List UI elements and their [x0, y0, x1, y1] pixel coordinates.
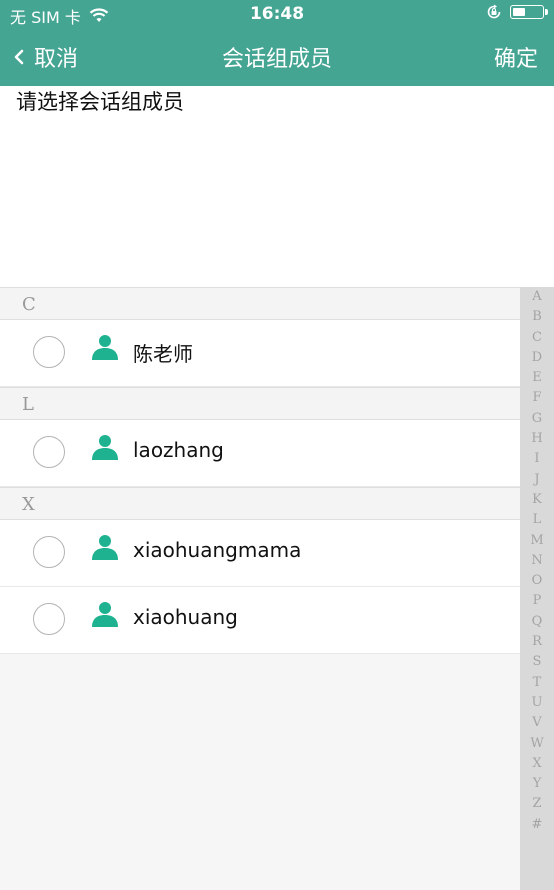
select-radio[interactable] [33, 536, 65, 568]
status-bar: 无 SIM 卡 16:48 [0, 0, 554, 28]
section-header-l: L [0, 387, 520, 420]
person-icon [92, 535, 118, 560]
section-header-x: X [0, 487, 520, 520]
index-letter[interactable]: # [520, 815, 554, 835]
member-name: xiaohuang [133, 605, 238, 629]
index-letter[interactable]: B [520, 307, 554, 327]
index-letter[interactable]: D [520, 348, 554, 368]
battery-tip [545, 9, 548, 15]
status-time: 16:48 [249, 4, 305, 24]
member-row[interactable]: 陈老师 [0, 320, 520, 387]
index-letter[interactable]: J [520, 470, 554, 490]
top-bar: 无 SIM 卡 16:48 取消 会话组成员 确定 [0, 0, 554, 86]
index-letter[interactable]: X [520, 754, 554, 774]
selected-members-placeholder: 请选择会话组成员 [16, 90, 184, 114]
status-right-group [486, 4, 548, 20]
index-letter[interactable]: U [520, 693, 554, 713]
index-letter[interactable]: H [520, 429, 554, 449]
member-row[interactable]: laozhang [0, 420, 520, 487]
index-letter[interactable]: N [520, 551, 554, 571]
member-list[interactable]: C 陈老师 L laozhang X xiaohuangmama xiaohua… [0, 287, 520, 890]
index-letter[interactable]: T [520, 673, 554, 693]
rotation-lock-icon [487, 4, 501, 19]
index-letter[interactable]: E [520, 368, 554, 388]
select-radio[interactable] [33, 436, 65, 468]
member-name: 陈老师 [133, 342, 193, 366]
person-icon [92, 435, 118, 460]
person-icon [92, 335, 118, 360]
nav-bar: 取消 会话组成员 确定 [0, 28, 554, 86]
index-letter[interactable]: Z [520, 794, 554, 814]
index-letter[interactable]: W [520, 734, 554, 754]
person-icon [92, 602, 118, 627]
confirm-button[interactable]: 确定 [494, 41, 538, 73]
index-letter[interactable]: C [520, 328, 554, 348]
index-letter[interactable]: P [520, 591, 554, 611]
index-letter[interactable]: A [520, 287, 554, 307]
index-letter[interactable]: Y [520, 774, 554, 794]
index-letter[interactable]: L [520, 510, 554, 530]
alphabet-index-bar[interactable]: A B C D E F G H I J K L M N O P Q R S T … [520, 287, 554, 890]
index-letter[interactable]: I [520, 449, 554, 469]
index-letter[interactable]: M [520, 531, 554, 551]
member-row[interactable]: xiaohuang [0, 587, 520, 654]
member-row[interactable]: xiaohuangmama [0, 520, 520, 587]
selected-members-area[interactable]: 请选择会话组成员 [0, 86, 554, 287]
index-letter[interactable]: S [520, 652, 554, 672]
member-name: xiaohuangmama [133, 538, 302, 562]
index-letter[interactable]: K [520, 490, 554, 510]
section-header-c: C [0, 287, 520, 320]
select-radio[interactable] [33, 603, 65, 635]
select-radio[interactable] [33, 336, 65, 368]
index-letter[interactable]: F [520, 388, 554, 408]
battery-icon [510, 5, 548, 19]
index-letter[interactable]: Q [520, 612, 554, 632]
index-letter[interactable]: O [520, 571, 554, 591]
battery-fill [513, 8, 525, 16]
page-title: 会话组成员 [221, 47, 332, 72]
index-letter[interactable]: R [520, 632, 554, 652]
member-name: laozhang [133, 438, 224, 462]
index-letter[interactable]: G [520, 409, 554, 429]
index-letter[interactable]: V [520, 713, 554, 733]
